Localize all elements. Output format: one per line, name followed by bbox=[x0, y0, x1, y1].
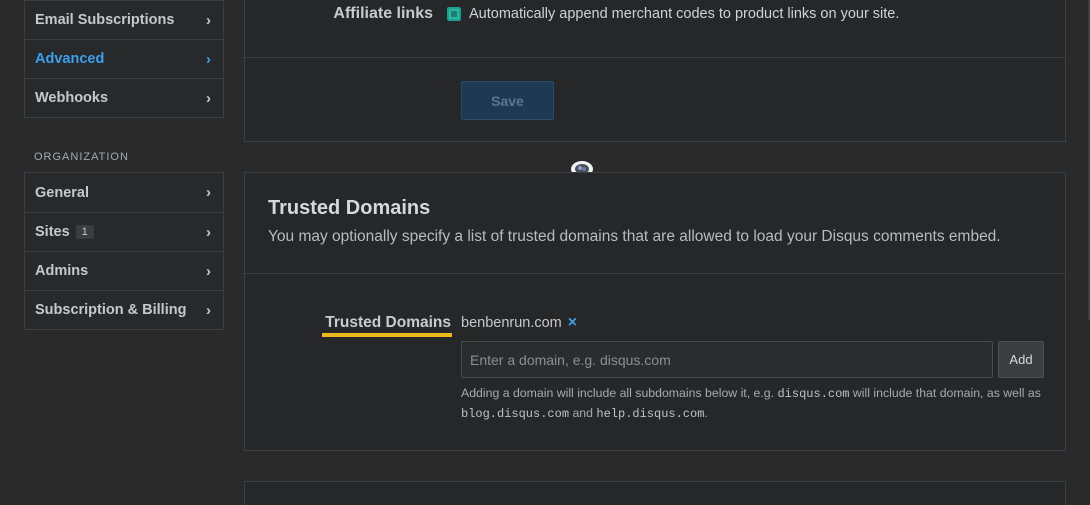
affiliate-links-checkbox[interactable] bbox=[447, 7, 461, 21]
sidebar-item-general[interactable]: General › bbox=[25, 173, 223, 212]
sidebar-item-webhooks[interactable]: Webhooks › bbox=[25, 78, 223, 117]
sites-count-badge: 1 bbox=[75, 225, 94, 240]
affiliate-links-label: Affiliate links bbox=[333, 5, 433, 22]
trusted-domain-value: benbenrun.com bbox=[461, 315, 562, 331]
domain-input[interactable] bbox=[461, 341, 993, 378]
sidebar-item-label: Subscription & Billing bbox=[35, 302, 187, 318]
sidebar-item-label: Advanced bbox=[35, 51, 105, 67]
settings-nav-group: Email Subscriptions › Advanced › Webhook… bbox=[24, 0, 224, 118]
next-settings-panel bbox=[244, 481, 1066, 505]
sidebar-item-sites[interactable]: Sites 1 › bbox=[25, 212, 223, 251]
trusted-domains-help-text: Adding a domain will include all subdoma… bbox=[461, 384, 1051, 424]
chevron-right-icon: › bbox=[206, 50, 211, 68]
affiliate-links-checkbox-label[interactable]: Automatically append merchant codes to p… bbox=[469, 6, 899, 22]
help-text-and: and bbox=[569, 406, 597, 420]
chevron-right-icon: › bbox=[206, 262, 211, 280]
trusted-domains-description: You may optionally specify a list of tru… bbox=[268, 228, 1001, 245]
sidebar-item-subscription-billing[interactable]: Subscription & Billing › bbox=[25, 290, 223, 329]
chevron-right-icon: › bbox=[206, 89, 211, 107]
organization-nav-group: General › Sites 1 › Admins › Subscription… bbox=[24, 172, 224, 330]
help-text-middle: will include that domain, as well as bbox=[849, 386, 1041, 400]
sidebar-item-label: Sites bbox=[35, 224, 70, 240]
chevron-right-icon: › bbox=[206, 184, 211, 201]
trusted-domains-panel: Trusted Domains You may optionally speci… bbox=[244, 172, 1066, 451]
sidebar-item-label: Webhooks bbox=[35, 90, 109, 106]
sidebar-item-email-subscriptions[interactable]: Email Subscriptions › bbox=[25, 0, 223, 39]
help-text-suffix: . bbox=[704, 406, 708, 420]
help-code-example: disqus.com bbox=[777, 387, 850, 401]
organization-section-label: ORGANIZATION bbox=[34, 151, 129, 163]
trusted-domains-header: Trusted Domains You may optionally speci… bbox=[245, 173, 1065, 274]
chevron-right-icon: › bbox=[206, 223, 211, 241]
add-domain-button[interactable]: Add bbox=[998, 341, 1044, 378]
chevron-right-icon: › bbox=[206, 11, 211, 29]
chevron-right-icon: › bbox=[206, 301, 211, 319]
trusted-domains-title: Trusted Domains bbox=[268, 197, 431, 219]
sidebar-item-label-wrap: Sites 1 bbox=[35, 224, 94, 240]
sidebar-item-admins[interactable]: Admins › bbox=[25, 251, 223, 290]
help-code-example: help.disqus.com bbox=[596, 407, 705, 421]
sidebar-item-label: Admins bbox=[35, 263, 89, 279]
trusted-domain-entry: benbenrun.com × bbox=[461, 314, 577, 332]
help-text-prefix: Adding a domain will include all subdoma… bbox=[461, 386, 778, 400]
field-label-underline bbox=[322, 333, 452, 337]
sidebar-item-label: General bbox=[35, 184, 89, 201]
sidebar-item-advanced[interactable]: Advanced › bbox=[25, 39, 223, 78]
affiliate-links-row: Affiliate links Automatically append mer… bbox=[245, 0, 1065, 58]
sidebar-item-label: Email Subscriptions bbox=[35, 12, 175, 28]
save-button[interactable]: Save bbox=[461, 81, 554, 120]
remove-domain-icon[interactable]: × bbox=[568, 314, 577, 332]
affiliate-links-panel: Affiliate links Automatically append mer… bbox=[244, 0, 1066, 142]
help-code-example: blog.disqus.com bbox=[461, 407, 570, 421]
